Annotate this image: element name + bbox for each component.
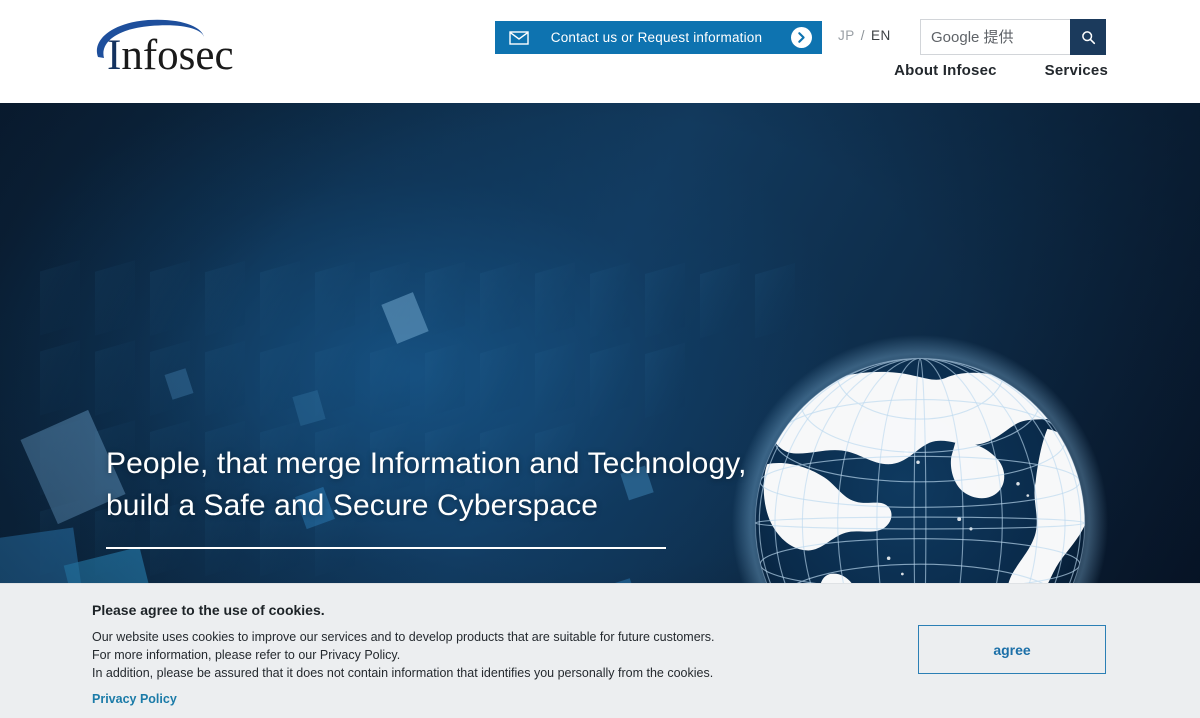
search-icon <box>1081 30 1095 44</box>
search-input[interactable] <box>920 19 1070 55</box>
agree-button[interactable]: agree <box>918 625 1106 674</box>
hero-headline-line-2: build a Safe and Secure Cyberspace <box>106 489 599 522</box>
envelope-icon <box>508 30 530 45</box>
main-navigation: About Infosec Services <box>894 62 1108 79</box>
cookie-body-line-2: For more information, please refer to ou… <box>92 648 401 662</box>
hero-headline-line-1: People, that merge Information and Techn… <box>106 447 747 480</box>
hero-banner: People, that merge Information and Techn… <box>0 103 1200 583</box>
circle-arrow-right-icon <box>791 27 812 48</box>
nav-item-services[interactable]: Services <box>1045 62 1108 79</box>
logo-text: Infosec <box>107 32 234 79</box>
cookie-body-line-3: In addition, please be assured that it d… <box>92 666 714 680</box>
logo[interactable]: Infosec <box>90 17 290 77</box>
hero-copy: People, that merge Information and Techn… <box>106 443 786 549</box>
nav-item-about-infosec[interactable]: About Infosec <box>894 62 997 79</box>
search-button[interactable] <box>1070 19 1106 55</box>
cookie-body-line-1: Our website uses cookies to improve our … <box>92 630 715 644</box>
lang-separator: / <box>860 28 866 43</box>
language-switcher: JP / EN <box>838 28 891 43</box>
search-box <box>920 19 1106 55</box>
contact-button-label: Contact us or Request information <box>550 30 763 45</box>
cookie-title: Please agree to the use of cookies. <box>92 602 325 618</box>
privacy-policy-link[interactable]: Privacy Policy <box>92 692 177 706</box>
hero-underline-rule <box>106 547 666 549</box>
contact-request-button[interactable]: Contact us or Request information <box>495 21 822 54</box>
site-header: Infosec Contact us or Request informatio… <box>0 0 1200 103</box>
lang-option-jp[interactable]: JP <box>838 28 855 43</box>
cookie-text-block: Please agree to the use of cookies. Our … <box>92 602 792 708</box>
lang-option-en[interactable]: EN <box>871 28 891 43</box>
